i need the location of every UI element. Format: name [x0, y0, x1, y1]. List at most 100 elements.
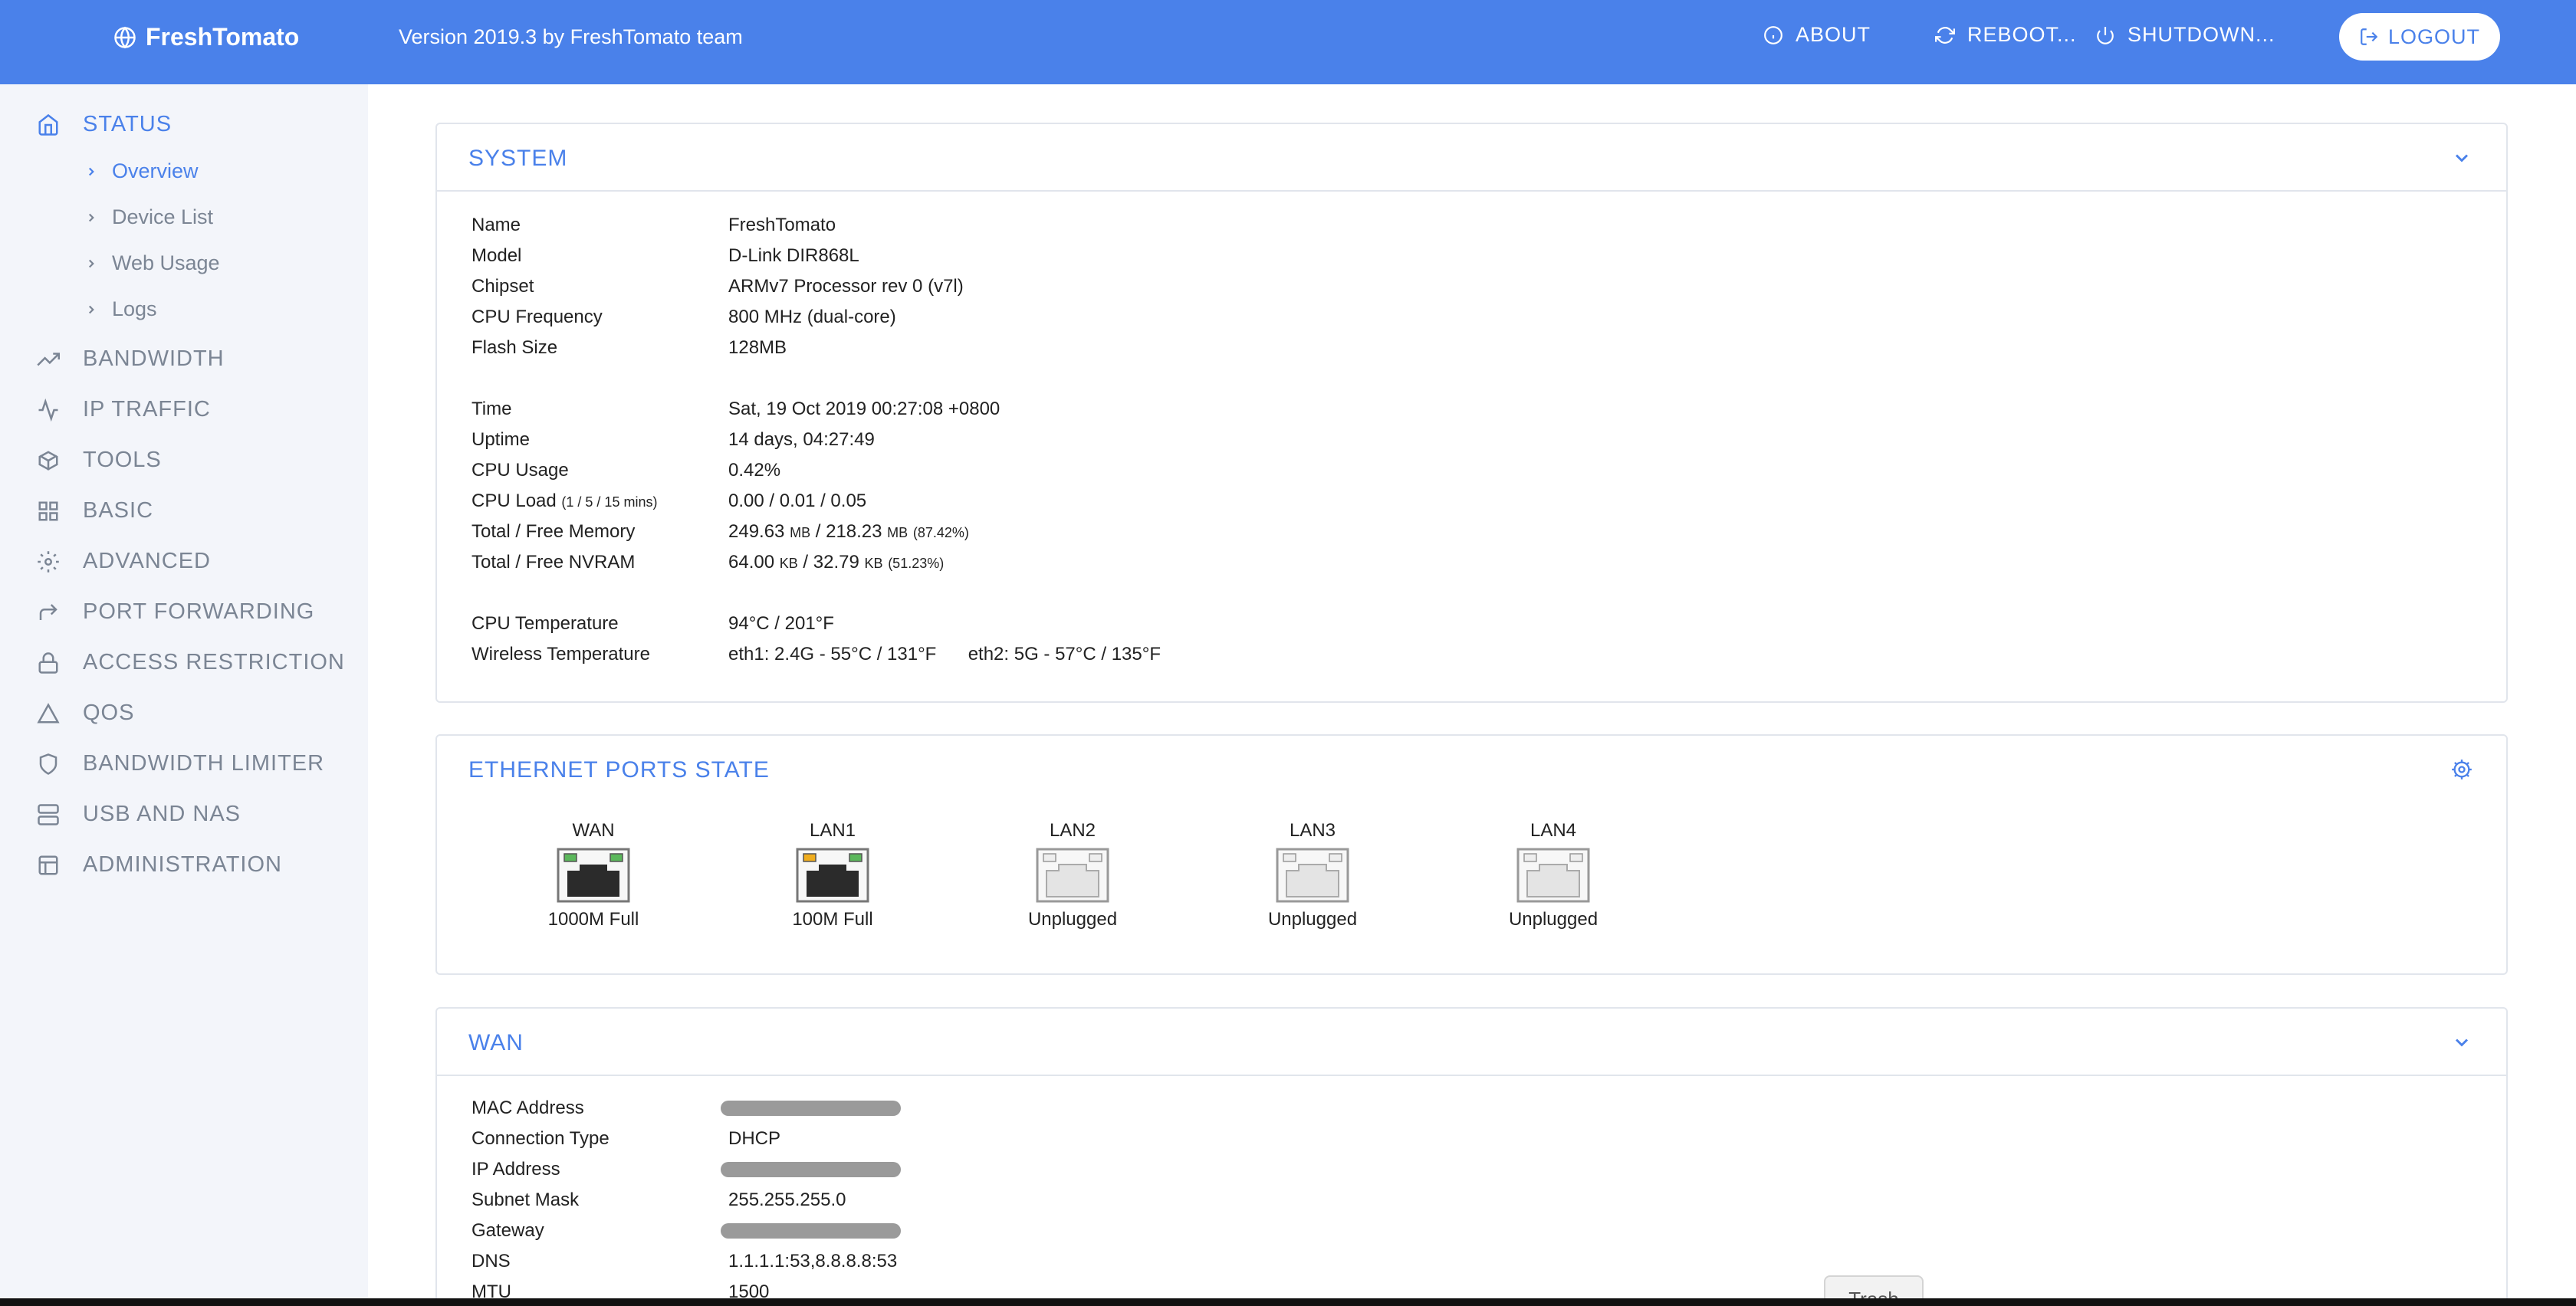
- chevron-right-icon: [88, 213, 94, 221]
- row-value: 255.255.255.0: [728, 1190, 846, 1210]
- nvram-value: 64.00 KB / 32.79 KB (51.23%): [728, 552, 945, 573]
- sidebar-item-access-restriction[interactable]: ACCESS RESTRICTION: [37, 650, 345, 675]
- port-status: 1000M Full: [547, 909, 639, 930]
- sidebar-item-label: TOOLS: [83, 448, 162, 472]
- brand-name: FreshTomato: [146, 23, 300, 51]
- cpu-load-note: (1 / 5 / 15 mins): [561, 494, 658, 510]
- nvram-unit: KB: [864, 556, 883, 571]
- sidebar-subitem-overview[interactable]: Overview: [84, 159, 199, 183]
- cpu-load-label-text: CPU Load: [472, 491, 557, 511]
- logout-button[interactable]: LOGOUT: [2339, 13, 2500, 61]
- ethernet-port-unplugged-icon: [1036, 848, 1109, 903]
- brand-logo[interactable]: FreshTomato: [113, 23, 299, 51]
- row-label: DNS: [472, 1251, 511, 1272]
- sidebar-item-qos[interactable]: QOS: [37, 701, 134, 726]
- sidebar-subitem-label: Device List: [112, 205, 214, 228]
- sidebar-item-administration[interactable]: ADMINISTRATION: [37, 852, 282, 878]
- row-label: Subnet Mask: [472, 1190, 580, 1210]
- sidebar-item-label: BANDWIDTH: [83, 346, 225, 371]
- memory-free: 218.23: [826, 521, 882, 542]
- row-label: CPU Usage: [472, 460, 569, 481]
- screen-bottom-edge: [0, 1298, 2576, 1306]
- row-label: Name: [472, 215, 521, 235]
- sidebar-item-basic[interactable]: BASIC: [37, 498, 153, 523]
- sidebar-item-advanced[interactable]: ADVANCED: [37, 549, 211, 574]
- system-card: SYSTEM Name FreshTomato Model D-Link DIR…: [435, 123, 2508, 703]
- nvram-free: 32.79: [813, 552, 859, 573]
- chevron-right-icon: [88, 167, 94, 176]
- wan-card-header[interactable]: WAN: [437, 1009, 2506, 1076]
- about-button[interactable]: ABOUT: [1763, 23, 1871, 47]
- row-value: 800 MHz (dual-core): [728, 307, 896, 327]
- port-status: 100M Full: [792, 909, 873, 930]
- port-lan2: LAN2 Unplugged: [1011, 820, 1134, 930]
- port-name: LAN3: [1289, 820, 1336, 841]
- refresh-icon: [1935, 26, 1955, 44]
- port-lan1: LAN1 100M Full: [771, 820, 894, 930]
- port-wan: WAN 1000M Full: [532, 820, 655, 930]
- row-value: ARMv7 Processor rev 0 (v7l): [728, 276, 964, 297]
- row-label: MAC Address: [472, 1098, 584, 1118]
- row-label: Gateway: [472, 1220, 544, 1241]
- row-label: Model: [472, 245, 522, 266]
- row-label: IP Address: [472, 1159, 560, 1180]
- sidebar-item-label: ADMINISTRATION: [83, 852, 282, 877]
- sidebar-subitem-device-list[interactable]: Device List: [84, 205, 213, 229]
- shield-icon: [39, 753, 58, 775]
- lock-icon: [38, 651, 58, 674]
- sidebar-item-label: PORT FORWARDING: [83, 599, 315, 624]
- sidebar-item-usb-and-nas[interactable]: USB AND NAS: [37, 802, 241, 827]
- activity-icon: [38, 398, 58, 422]
- sidebar-subitem-label: Logs: [112, 297, 157, 320]
- row-label: Connection Type: [472, 1128, 610, 1149]
- port-name: LAN2: [1049, 820, 1096, 841]
- reboot-button[interactable]: REBOOT...: [1935, 23, 2077, 47]
- wireless-temp-label: Wireless Temperature: [472, 644, 650, 664]
- memory-value: 249.63 MB / 218.23 MB (87.42%): [728, 521, 969, 542]
- globe-icon: [114, 26, 136, 48]
- row-label: Flash Size: [472, 337, 558, 358]
- forward-arrow-icon: [39, 603, 58, 620]
- sidebar-item-port-forwarding[interactable]: PORT FORWARDING: [37, 599, 314, 625]
- chevron-down-icon[interactable]: [2451, 1032, 2472, 1053]
- port-status: Unplugged: [1508, 909, 1598, 930]
- sidebar-item-status[interactable]: STATUS: [37, 112, 172, 137]
- port-lan3: LAN3 Unplugged: [1251, 820, 1374, 930]
- port-status: Unplugged: [1027, 909, 1118, 930]
- chevron-down-icon[interactable]: [2451, 147, 2472, 169]
- info-icon: [1764, 25, 1783, 44]
- row-value: 14 days, 04:27:49: [728, 429, 875, 450]
- layout-icon: [38, 855, 58, 874]
- sidebar-subitem-web-usage[interactable]: Web Usage: [84, 251, 220, 275]
- sidebar-subitem-label: Web Usage: [112, 251, 220, 274]
- gear-icon[interactable]: [2451, 759, 2472, 780]
- cpu-load-label: CPU Load (1 / 5 / 15 mins): [472, 491, 657, 512]
- chevron-right-icon: [88, 259, 94, 267]
- sidebar-item-tools[interactable]: TOOLS: [37, 448, 162, 473]
- ethernet-port-unplugged-icon: [1276, 848, 1349, 903]
- sidebar-item-label: IP TRAFFIC: [83, 397, 211, 422]
- row-value: Sat, 19 Oct 2019 00:27:08 +0800: [728, 399, 1001, 419]
- memory-percent: (87.42%): [912, 525, 969, 540]
- sidebar-item-ip-traffic[interactable]: IP TRAFFIC: [37, 397, 211, 422]
- row-value: 1.1.1.1:53,8.8.8.8:53: [728, 1251, 898, 1272]
- port-name: WAN: [572, 820, 615, 841]
- trend-up-icon: [37, 352, 60, 366]
- cpu-temp-label: CPU Temperature: [472, 613, 619, 634]
- port-name: LAN4: [1530, 820, 1577, 841]
- ethernet-ports-card: ETHERNET PORTS STATE WAN 1000M Full LAN1…: [435, 734, 2508, 975]
- ethernet-port-connected-icon: [796, 848, 869, 903]
- row-value: D-Link DIR868L: [728, 245, 859, 266]
- sidebar: STATUS Overview Device List Web Usage Lo…: [0, 84, 368, 1306]
- ethernet-ports-title: ETHERNET PORTS STATE: [468, 757, 770, 783]
- nvram-percent: (51.23%): [888, 556, 945, 571]
- memory-label: Total / Free Memory: [472, 521, 636, 542]
- sidebar-item-bandwidth[interactable]: BANDWIDTH: [37, 346, 225, 372]
- shutdown-button[interactable]: SHUTDOWN...: [2095, 23, 2275, 47]
- version-text: Version 2019.3 by FreshTomato team: [399, 25, 743, 48]
- cpu-load-value: 0.00 / 0.01 / 0.05: [728, 491, 867, 511]
- sidebar-item-bandwidth-limiter[interactable]: BANDWIDTH LIMITER: [37, 751, 324, 776]
- sidebar-subitem-logs[interactable]: Logs: [84, 297, 157, 321]
- system-card-header[interactable]: SYSTEM: [437, 124, 2506, 192]
- wireless-temp-eth1: eth1: 2.4G - 55°C / 131°F: [728, 644, 937, 664]
